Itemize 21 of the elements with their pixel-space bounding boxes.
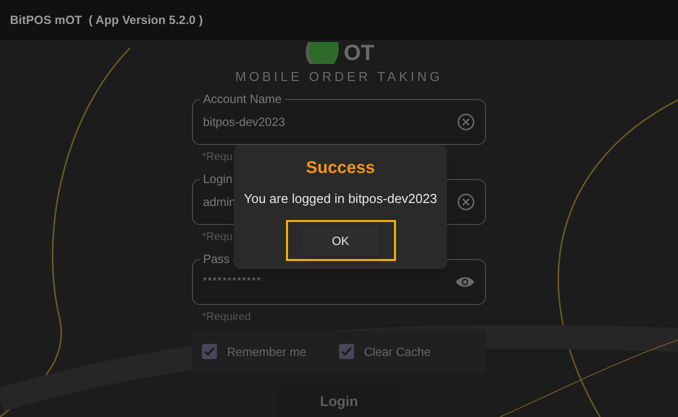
required-hint: *Required [202, 310, 251, 324]
eye-icon[interactable] [455, 274, 475, 288]
option-label: Clear Cache [364, 344, 431, 360]
ok-button[interactable]: OK [302, 226, 378, 256]
window-title: BitPOS mOT ( App Version 5.2.0 ) [10, 12, 203, 29]
field-value: ************ [203, 275, 262, 289]
check-icon [204, 347, 215, 356]
required-hint: *Requ [202, 150, 233, 164]
clear-icon[interactable] [457, 192, 475, 210]
clear-icon[interactable] [457, 112, 475, 130]
required-hint: *Requ [202, 230, 233, 244]
option-label: Remember me [227, 344, 306, 360]
field-value: bitpos-dev2023 [203, 114, 286, 130]
logo-icon [304, 42, 342, 64]
checkbox[interactable] [339, 344, 354, 359]
dialog-title: Success [306, 157, 375, 179]
checkbox[interactable] [202, 344, 217, 359]
check-icon [341, 347, 352, 356]
dialog-message: You are logged in bitpos-dev2023 [244, 190, 438, 208]
logo-subtitle: MOBILE ORDER TAKING [235, 68, 443, 86]
logo-text: OT [344, 42, 374, 64]
